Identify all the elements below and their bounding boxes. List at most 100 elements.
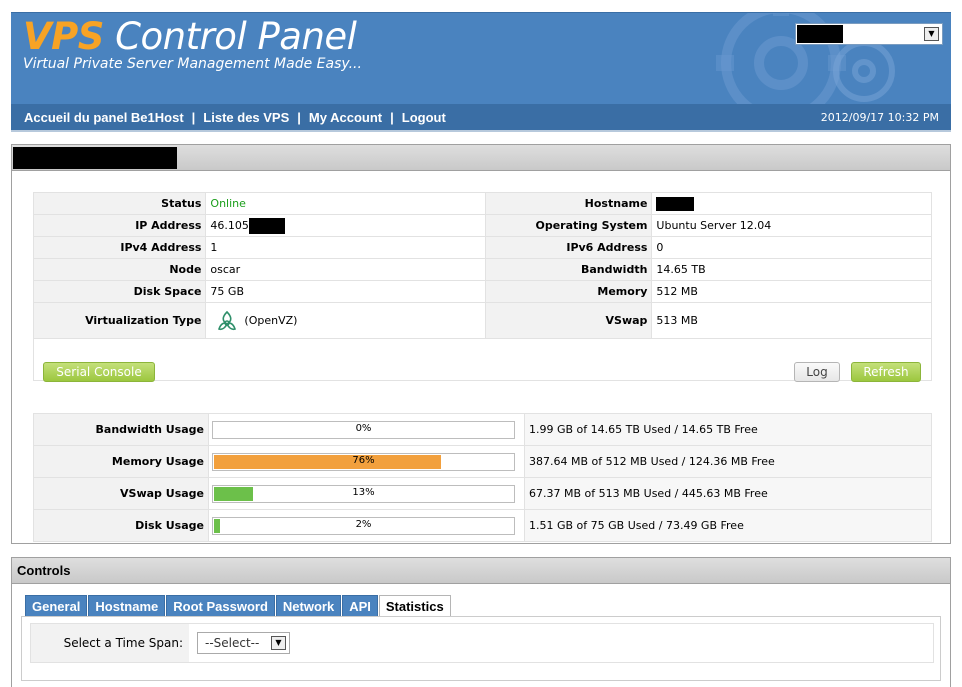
usage-detail: 67.37 MB of 513 MB Used / 445.63 MB Free [524,477,932,510]
virtualization-value: (OpenVZ) [205,302,487,339]
hostname-value [651,192,932,215]
nav-my-account-link[interactable]: My Account [309,110,382,125]
datetime: 2012/09/17 10:32 PM [820,111,939,124]
progress-percent: 2% [355,518,372,530]
disk-space-value: 75 GB [205,280,487,303]
tab-root-password[interactable]: Root Password [166,595,275,617]
usage-label: Disk Usage [33,509,209,542]
time-span-label: Select a Time Span: [31,624,189,662]
usage-row-memory: Memory Usage 76% 387.64 MB of 512 MB Use… [33,445,932,478]
table-row: IPv4 Address 1 IPv6 Address 0 [32,236,932,259]
tab-hostname[interactable]: Hostname [88,595,166,617]
nav-home-link[interactable]: Accueil du panel Be1Host [24,110,184,125]
node-value: oscar [205,258,487,281]
vswap-value: 513 MB [651,302,932,339]
nav-vps-list-link[interactable]: Liste des VPS [203,110,289,125]
status-label: Status [32,192,207,215]
table-row: IP Address 46.105 Operating System Ubunt… [32,214,932,237]
time-span-select[interactable]: --Select-- ▼ [197,632,290,654]
usage-label: VSwap Usage [33,477,209,510]
progress-percent: 76% [352,454,375,466]
openvz-icon [218,310,237,330]
logo-rest-text: Control Panel [103,15,357,58]
redacted-region [797,25,843,43]
usage-bar-cell: 76% [208,445,525,478]
usage-label: Memory Usage [33,445,209,478]
dropdown-arrow-icon[interactable]: ▼ [271,636,286,650]
status-value: Online [205,192,487,215]
log-button[interactable]: Log [794,362,840,382]
usage-row-disk: Disk Usage 2% 1.51 GB of 75 GB Used / 73… [33,509,932,542]
ipv6-value: 0 [651,236,932,259]
controls-tabs: General Hostname Root Password Network API St… [25,595,452,618]
serial-console-button[interactable]: Serial Console [43,362,155,382]
tab-network[interactable]: Network [275,595,342,617]
usage-row-vswap: VSwap Usage 13% 67.37 MB of 513 MB Used … [33,477,932,510]
memory-value: 512 MB [651,280,932,303]
statistics-tab-body: Select a Time Span: --Select-- ▼ [21,616,941,681]
usage-label: Bandwidth Usage [33,413,209,446]
logo: VPS Control Panel [23,15,357,58]
os-label: Operating System [485,214,653,237]
redacted-ip [248,217,285,234]
progress-percent: 13% [352,486,375,498]
usage-bar-cell: 2% [208,509,525,542]
usage-detail: 1.99 GB of 14.65 TB Used / 14.65 TB Free [524,413,932,446]
language-select[interactable]: ▼ [795,23,943,45]
table-row: Status Online Hostname [32,192,932,215]
controls-title: Controls [12,558,950,584]
tab-general[interactable]: General [25,595,88,617]
virtualization-label: Virtualization Type [32,302,207,339]
usage-row-bandwidth: Bandwidth Usage 0% 1.99 GB of 14.65 TB U… [33,413,932,446]
bandwidth-value: 14.65 TB [651,258,932,281]
table-row: Disk Space 75 GB Memory 512 MB [32,280,932,303]
os-value: Ubuntu Server 12.04 [651,214,932,237]
progress-bar: 76% [212,452,515,471]
progress-bar: 0% [212,420,515,439]
table-row: Node oscar Bandwidth 14.65 TB [32,258,932,281]
redacted-vps-title [13,147,177,169]
ip-address-label: IP Address [32,214,207,237]
ip-address-value: 46.105 [205,214,487,237]
progress-percent: 0% [355,422,372,434]
nav-separator: | [191,110,196,125]
tab-api[interactable]: API [342,595,378,617]
memory-label: Memory [485,280,653,303]
hostname-label: Hostname [485,192,653,215]
vps-info-table: Status Online Hostname IP Address 46.105… [32,192,932,381]
usage-detail: 387.64 MB of 512 MB Used / 124.36 MB Fre… [524,445,932,478]
vps-info-panel: Status Online Hostname IP Address 46.105… [11,144,951,544]
tab-statistics[interactable]: Statistics [378,595,451,618]
usage-table: Bandwidth Usage 0% 1.99 GB of 14.65 TB U… [33,413,932,542]
progress-bar: 2% [212,516,515,535]
nav-logout-link[interactable]: Logout [402,110,446,125]
refresh-button[interactable]: Refresh [851,362,921,382]
usage-detail: 1.51 GB of 75 GB Used / 73.49 GB Free [524,509,932,542]
usage-bar-cell: 13% [208,477,525,510]
ip-address-text: 46.105 [210,218,249,232]
nav-separator: | [390,110,394,125]
header-banner: VPS Control Panel Virtual Private Server… [11,12,951,104]
time-span-row: Select a Time Span: --Select-- ▼ [30,623,934,663]
navbar: Accueil du panel Be1Host | Liste des VPS | M… [11,104,951,132]
redacted-hostname [656,196,695,211]
vswap-label: VSwap [485,302,653,339]
progress-bar: 13% [212,484,515,503]
node-label: Node [32,258,207,281]
dropdown-arrow-icon[interactable]: ▼ [924,27,939,41]
table-row: Virtualization Type (OpenVZ) VSwap 513 M… [32,302,932,339]
nav-links: Accueil du panel Be1Host | Liste des VPS | M… [24,110,446,125]
vps-panel-titlebar [12,145,950,171]
time-span-value: --Select-- [205,636,260,650]
disk-space-label: Disk Space [32,280,207,303]
usage-bar-cell: 0% [208,413,525,446]
virtualization-text: (OpenVZ) [244,313,298,327]
tagline: Virtual Private Server Management Made E… [23,56,362,72]
ipv4-value: 1 [205,236,487,259]
nav-separator: | [297,110,301,125]
ipv4-label: IPv4 Address [32,236,207,259]
controls-panel: Controls General Hostname Root Password Net… [11,557,951,687]
logo-vps-text: VPS [23,15,104,58]
bandwidth-label: Bandwidth [485,258,653,281]
ipv6-label: IPv6 Address [485,236,653,259]
